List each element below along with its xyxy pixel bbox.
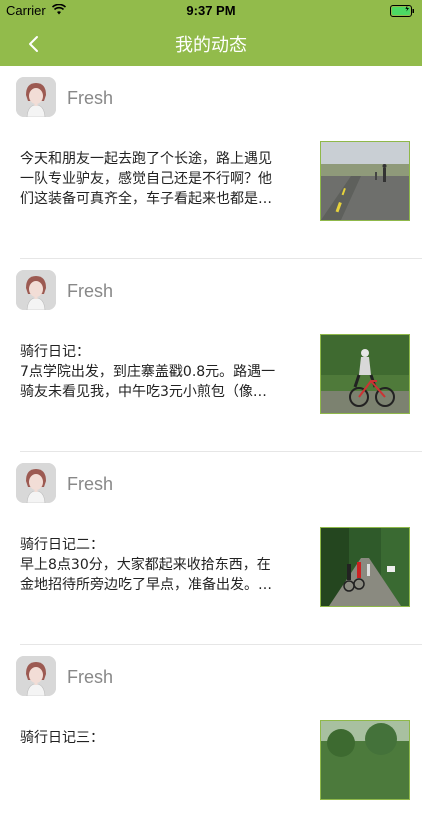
header-bar: Carrier 9:37 PM 我的动态 [0,0,422,66]
post-text-line: 骑行日记二： [20,537,104,553]
list-item[interactable]: Fresh 骑行日记二： 早上8点30分，大家都起来收拾东西，在 金地招待所旁边… [0,452,422,645]
list-item[interactable]: Fresh 今天和朋友一起去跑了个长途，路上遇见 一队专业驴友，感觉自己还是不行… [0,66,422,259]
post-text-line: 骑行日记： [20,344,90,360]
list-item[interactable]: Fresh 骑行日记三： [0,645,422,838]
username: Fresh [67,667,114,687]
post-text-line: 骑行日记三： [20,730,104,746]
avatar[interactable] [16,463,56,503]
battery-icon [390,5,414,17]
post-content[interactable]: 骑行日记： 7点学院出发，到庄寨盖戳0.8元。路遇一 骑友未看见我，中午吃3元小… [20,342,304,402]
username: Fresh [67,281,114,301]
post-photo[interactable] [320,527,410,607]
list-item[interactable]: Fresh 骑行日记： 7点学院出发，到庄寨盖戳0.8元。路遇一 骑友未看见我，… [0,259,422,452]
post-photo[interactable] [320,141,410,221]
navigation-bar: 我的动态 [0,22,422,66]
avatar[interactable] [16,77,56,117]
avatar[interactable] [16,270,56,310]
post-text-line: 一队专业驴友，感觉自己还是不行啊？他 [20,171,272,187]
post-content[interactable]: 骑行日记二： 早上8点30分，大家都起来收拾东西，在 金地招待所旁边吃了早点，准… [20,535,304,595]
feed-list: Fresh 今天和朋友一起去跑了个长途，路上遇见 一队专业驴友，感觉自己还是不行… [0,66,422,838]
username: Fresh [67,474,114,494]
post-text-line: 今天和朋友一起去跑了个长途，路上遇见 [20,151,272,167]
username: Fresh [67,88,114,108]
post-photo[interactable] [320,720,410,800]
status-bar: Carrier 9:37 PM [0,0,422,22]
avatar[interactable] [16,656,56,696]
status-time: 9:37 PM [186,3,236,18]
page-title: 我的动态 [175,35,247,56]
post-content[interactable]: 今天和朋友一起去跑了个长途，路上遇见 一队专业驴友，感觉自己还是不行啊？他 们这… [20,149,304,209]
post-content[interactable]: 骑行日记三： [20,728,304,748]
post-text-line: 们这装备可真齐全，车子看起来也都是… [20,191,272,207]
post-text-line: 早上8点30分，大家都起来收拾东西，在 [20,557,271,573]
post-text-line: 7点学院出发，到庄寨盖戳0.8元。路遇一 [20,364,276,380]
post-text-line: 骑友未看见我，中午吃3元小煎包（像… [20,384,267,400]
post-photo[interactable] [320,334,410,414]
post-text-line: 金地招待所旁边吃了早点，准备出发。… [20,577,272,593]
